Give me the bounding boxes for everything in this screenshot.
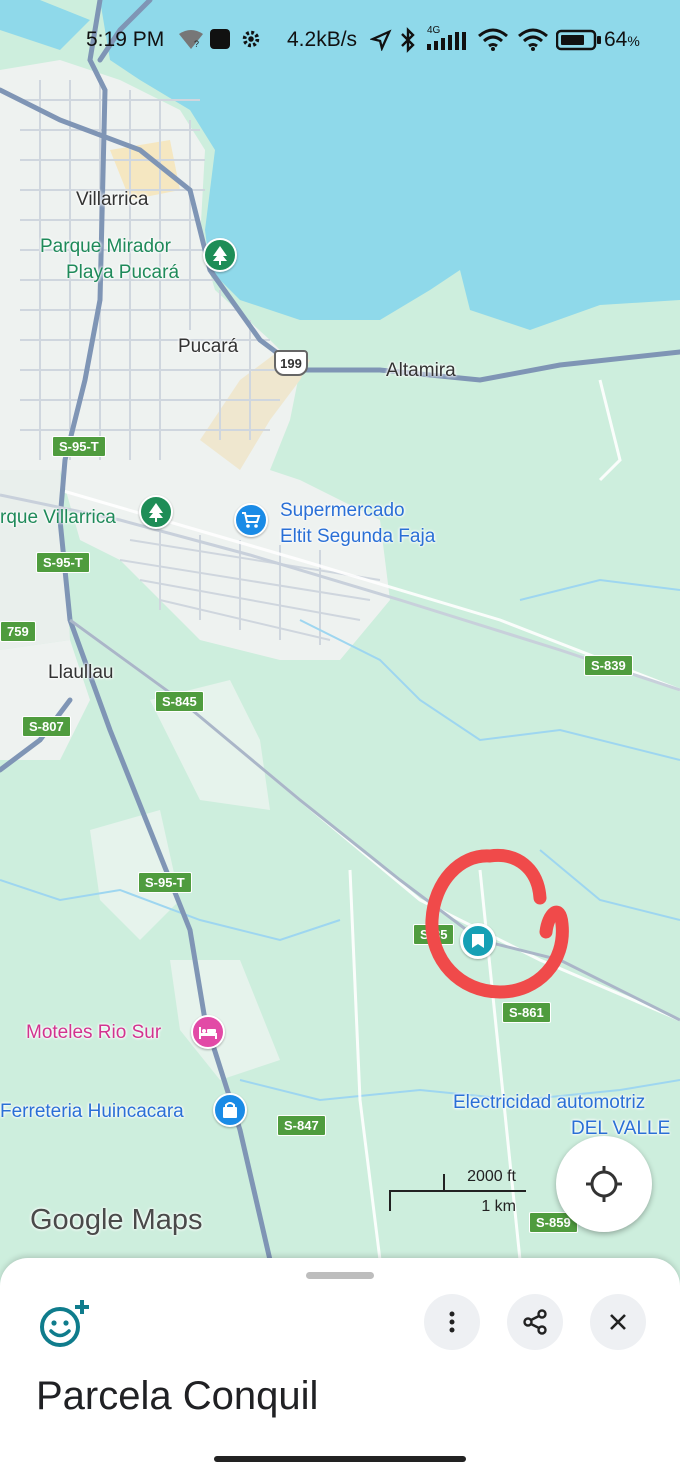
place-electricidad-del-valle[interactable]: DEL VALLE	[571, 1118, 670, 1140]
share-button[interactable]	[507, 1294, 563, 1350]
signal-bars-icon	[427, 32, 466, 50]
park-tree-icon[interactable]	[203, 238, 237, 272]
place-title: Parcela Conquil	[36, 1374, 319, 1418]
gesture-nav-bar[interactable]	[214, 1456, 466, 1462]
close-button[interactable]	[590, 1294, 646, 1350]
road-s95t-label: S-95-T	[138, 872, 192, 893]
google-maps-logo: Google Maps	[30, 1204, 203, 1236]
wifi-question-icon: ?	[179, 30, 203, 49]
svg-text:?: ?	[194, 39, 199, 49]
network-speed: 4.2kB/s	[287, 28, 358, 51]
status-bar: 5:19 PM ? 4.2kB/s 4G 64%	[0, 0, 680, 80]
place-supermercado-name[interactable]: Eltit Segunda Faja	[280, 526, 435, 548]
road-s95t-label: S-95-T	[52, 436, 106, 457]
place-electricidad[interactable]: Electricidad automotriz	[453, 1092, 645, 1114]
shopping-bag-icon[interactable]	[213, 1093, 247, 1127]
battery-icon	[556, 29, 601, 51]
place-villarrica[interactable]: Villarrica	[76, 189, 149, 211]
sheet-drag-handle[interactable]	[306, 1272, 374, 1279]
add-emoji-reaction-icon[interactable]	[38, 1298, 92, 1350]
settings-gear-icon	[242, 30, 260, 48]
my-location-button[interactable]	[556, 1136, 652, 1232]
highlight-circle	[425, 848, 569, 999]
wifi-icon	[478, 28, 508, 51]
hotel-bed-icon[interactable]	[191, 1015, 225, 1049]
place-pucara[interactable]: Pucará	[178, 336, 238, 358]
road-s95t-label: S-95-T	[36, 552, 90, 573]
place-moteles-rio-sur[interactable]: Moteles Rio Sur	[26, 1022, 161, 1044]
route-199-shield: 199	[274, 350, 308, 376]
shopping-cart-icon[interactable]	[234, 503, 268, 537]
battery-level: 64%	[604, 28, 640, 51]
road-s839-label: S-839	[584, 655, 633, 676]
place-supermercado[interactable]: Supermercado	[280, 500, 405, 522]
park-tree-icon[interactable]	[139, 495, 173, 529]
place-parque-mirador[interactable]: Parque Mirador	[40, 236, 171, 258]
app-square-icon	[210, 29, 230, 49]
road-s845-label: S-845	[155, 691, 204, 712]
road-759-label: 759	[0, 621, 36, 642]
map-scale: 2000 ft 1 km	[388, 1166, 528, 1216]
place-llaullau[interactable]: Llaullau	[48, 662, 114, 684]
place-ferreteria[interactable]: Ferreteria Huincacara	[0, 1101, 184, 1123]
status-time: 5:19 PM	[86, 28, 165, 51]
bluetooth-icon	[401, 27, 415, 53]
map-canvas[interactable]	[0, 0, 680, 1474]
close-icon	[610, 1314, 626, 1330]
location-arrow-icon	[370, 29, 392, 51]
road-s807-label: S-807	[22, 716, 71, 737]
place-altamira[interactable]: Altamira	[386, 360, 456, 382]
scale-km: 1 km	[481, 1198, 516, 1215]
place-parque-villarrica[interactable]: rque Villarrica	[0, 507, 116, 529]
share-icon	[523, 1309, 547, 1335]
road-s847-label: S-847	[277, 1115, 326, 1136]
more-options-button[interactable]	[424, 1294, 480, 1350]
more-vert-icon	[449, 1311, 455, 1333]
wifi-icon	[518, 28, 548, 51]
crosshair-icon	[586, 1166, 622, 1202]
place-bottom-sheet[interactable]: Parcela Conquil	[0, 1258, 680, 1474]
place-playa-pucara[interactable]: Playa Pucará	[66, 262, 179, 284]
road-s861-label: S-861	[502, 1002, 551, 1023]
